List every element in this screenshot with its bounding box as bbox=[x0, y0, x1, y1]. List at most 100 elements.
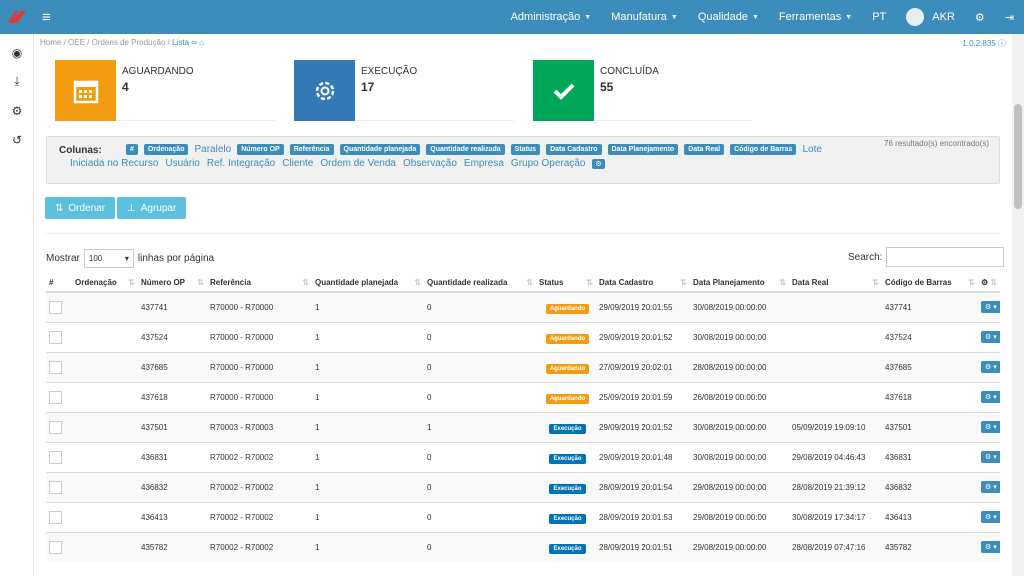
table-row[interactable]: 437618 R70000 - R70000 1 0 Aguardando 25/09/2… bbox=[46, 381, 1000, 412]
row-checkbox[interactable] bbox=[49, 330, 62, 344]
table-header[interactable]: Status ⇅ bbox=[536, 274, 596, 293]
cogs-icon[interactable]: ⚙ bbox=[0, 96, 34, 125]
language-selector[interactable]: PT bbox=[862, 0, 896, 34]
column-toggle[interactable]: Usuário bbox=[165, 158, 199, 169]
page-size-value: 100 bbox=[88, 254, 103, 263]
cell-barcode: 437501 bbox=[882, 411, 978, 442]
table-header[interactable]: Data Real ⇅ bbox=[789, 274, 882, 293]
table-header[interactable]: Referência ⇅ bbox=[207, 274, 312, 293]
status-badge: Aguardando bbox=[545, 333, 590, 344]
logout-icon[interactable]: ⇥ bbox=[995, 0, 1024, 34]
column-toggle[interactable]: Data Planejamento bbox=[607, 144, 679, 155]
breadcrumb-home[interactable]: Home bbox=[40, 38, 61, 47]
table-header[interactable]: Número OP ⇅ bbox=[138, 274, 207, 293]
column-toggle[interactable]: Paralelo bbox=[194, 144, 231, 155]
scrollbar-thumb[interactable] bbox=[1014, 104, 1022, 209]
column-toggle[interactable]: Quantidade planejada bbox=[339, 144, 421, 155]
column-toggle[interactable]: Número OP bbox=[237, 144, 284, 155]
table-row[interactable]: 436831 R70002 - R70002 1 0 Execução 29/09/201… bbox=[46, 441, 1000, 472]
column-toggle[interactable]: Status bbox=[510, 144, 541, 155]
table-header[interactable]: ⚙ ⇅ bbox=[978, 274, 1000, 293]
column-toggle[interactable]: Quantidade realizada bbox=[426, 144, 505, 155]
nav-qualidade[interactable]: Qualidade ▼ bbox=[688, 0, 769, 34]
table-header[interactable]: # bbox=[46, 274, 72, 293]
caret-down-icon: ▼ bbox=[845, 13, 853, 21]
table-header[interactable]: Data Planejamento ⇅ bbox=[690, 274, 789, 293]
card-aguardando[interactable]: AGUARDANDO 4 bbox=[55, 60, 275, 121]
table-row[interactable]: 437741 R70000 - R70000 1 0 Aguardando 29/09/2… bbox=[46, 291, 1000, 322]
cell-plan: 28/08/2019 00:00:00 bbox=[690, 351, 789, 382]
order-button[interactable]: ⇅ Ordenar bbox=[45, 197, 116, 219]
table-header[interactable]: Quantidade realizada ⇅ bbox=[424, 274, 536, 293]
breadcrumb-ordens[interactable]: Ordens de Produção bbox=[92, 38, 166, 47]
calendar-icon bbox=[55, 60, 116, 121]
cell-cad: 27/09/2019 20:02:01 bbox=[596, 351, 690, 382]
row-checkbox[interactable] bbox=[49, 300, 62, 314]
row-checkbox[interactable] bbox=[49, 480, 62, 494]
group-button[interactable]: ⊥ Agrupar bbox=[117, 197, 187, 219]
row-actions-button[interactable]: ⚙ ▾ bbox=[981, 391, 1000, 403]
table-row[interactable]: 435782 R70002 - R70002 1 0 Execução 28/09/201… bbox=[46, 531, 1000, 562]
table-row[interactable]: 436832 R70002 - R70002 1 0 Execução 28/09/201… bbox=[46, 471, 1000, 502]
card-concluida[interactable]: CONCLUÍDA 55 bbox=[533, 60, 753, 121]
table-header[interactable]: Quantidade planejada ⇅ bbox=[312, 274, 424, 293]
breadcrumb-oee[interactable]: OEE bbox=[68, 38, 85, 47]
column-toggle[interactable]: Lote bbox=[802, 144, 821, 155]
search-input[interactable] bbox=[886, 247, 1005, 267]
row-actions-button[interactable]: ⚙ ▾ bbox=[981, 541, 1000, 554]
column-toggle[interactable]: Empresa bbox=[464, 158, 504, 169]
link-icon[interactable]: ∞ bbox=[191, 38, 197, 47]
column-toggle[interactable]: Iniciada no Recurso bbox=[70, 158, 158, 169]
download-icon[interactable]: ⤓ bbox=[0, 67, 34, 96]
row-actions-button[interactable]: ⚙ ▾ bbox=[981, 511, 1000, 523]
column-toggle[interactable]: Data Real bbox=[684, 144, 725, 155]
row-actions-button[interactable]: ⚙ ▾ bbox=[981, 301, 1000, 314]
page-size-select[interactable]: 100 ▾ bbox=[83, 249, 134, 268]
row-checkbox[interactable] bbox=[49, 420, 62, 434]
row-actions-button[interactable]: ⚙ ▾ bbox=[981, 331, 1000, 343]
row-actions-button[interactable]: ⚙ ▾ bbox=[981, 451, 1000, 463]
column-toggle[interactable]: Ordem de Venda bbox=[320, 158, 396, 169]
nav-administracao[interactable]: Administração ▼ bbox=[501, 0, 602, 34]
row-checkbox[interactable] bbox=[49, 360, 62, 374]
column-toggle[interactable]: Grupo Operação bbox=[511, 158, 586, 169]
columns-settings-icon[interactable]: ⚙ bbox=[592, 158, 605, 169]
settings-gears-icon[interactable]: ⚙ bbox=[965, 0, 995, 34]
row-actions-button[interactable]: ⚙ ▾ bbox=[981, 361, 1000, 373]
nav-ferramentas[interactable]: Ferramentas ▼ bbox=[769, 0, 862, 34]
row-checkbox[interactable] bbox=[49, 540, 62, 554]
table-header[interactable]: Ordenação ⇅ bbox=[72, 274, 138, 293]
column-toggle[interactable]: Ref. Integração bbox=[207, 158, 275, 169]
table-row[interactable]: 437685 R70000 - R70000 1 0 Aguardando 27/09/2… bbox=[46, 351, 1000, 382]
user-menu[interactable]: AKR bbox=[896, 0, 965, 34]
home-icon[interactable]: ⌂ bbox=[199, 38, 204, 47]
column-toggle[interactable]: Data Cadastro bbox=[546, 144, 602, 155]
row-actions-button[interactable]: ⚙ ▾ bbox=[981, 421, 1000, 433]
row-checkbox[interactable] bbox=[49, 510, 62, 524]
column-toggle[interactable]: Código de Barras bbox=[730, 144, 797, 155]
cell-real bbox=[789, 321, 882, 352]
table-header[interactable]: Código de Barras ⇅ bbox=[882, 274, 978, 293]
column-toggle[interactable]: # bbox=[126, 144, 138, 155]
dashboard-icon[interactable]: ◉ bbox=[0, 38, 34, 67]
history-icon[interactable]: ↺ bbox=[0, 125, 34, 154]
table-row[interactable]: 436413 R70002 - R70002 1 0 Execução 28/09/201… bbox=[46, 501, 1000, 532]
table-header[interactable]: Data Cadastro ⇅ bbox=[596, 274, 690, 293]
row-checkbox[interactable] bbox=[49, 450, 62, 464]
column-toggle[interactable]: Referência bbox=[289, 144, 334, 155]
cell-barcode: 436832 bbox=[882, 471, 978, 502]
table-row[interactable]: 437501 R70003 - R70003 1 1 Execução 29/09/201… bbox=[46, 411, 1000, 442]
header-label: Código de Barras bbox=[885, 278, 952, 287]
sort-icon: ⇅ bbox=[55, 202, 64, 214]
nav-manufatura[interactable]: Manufatura ▼ bbox=[601, 0, 688, 34]
table-row[interactable]: 437524 R70000 - R70000 1 0 Aguardando 29/09/2… bbox=[46, 321, 1000, 352]
menu-toggle-icon[interactable]: ≡ bbox=[42, 9, 51, 26]
column-toggle[interactable]: Cliente bbox=[282, 158, 313, 169]
app-logo[interactable] bbox=[0, 0, 34, 34]
page-scrollbar[interactable] bbox=[1012, 34, 1024, 576]
column-toggle[interactable]: Observação bbox=[403, 158, 457, 169]
row-checkbox[interactable] bbox=[49, 390, 62, 404]
column-toggle[interactable]: Ordenação bbox=[143, 144, 189, 155]
card-execucao[interactable]: EXECUÇÃO 17 bbox=[294, 60, 514, 121]
row-actions-button[interactable]: ⚙ ▾ bbox=[981, 481, 1000, 493]
